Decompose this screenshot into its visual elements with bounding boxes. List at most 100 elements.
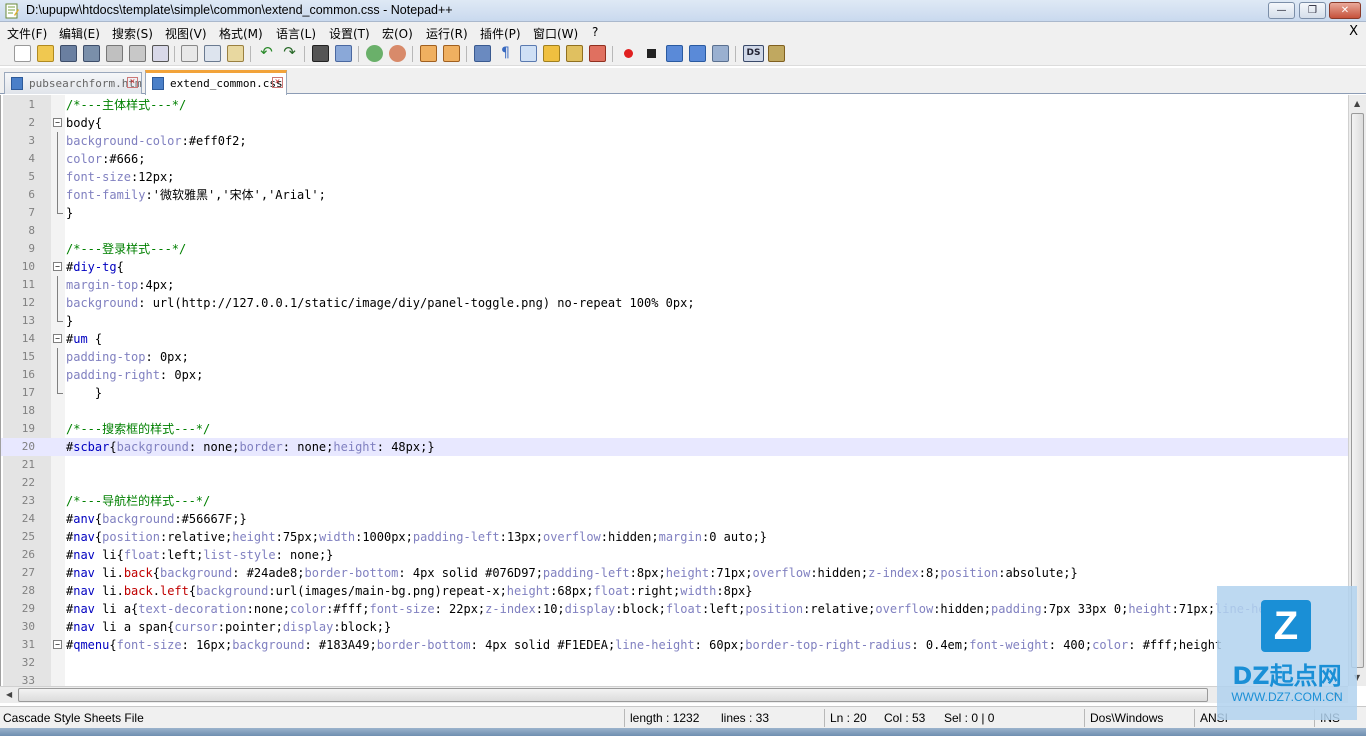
tab-close-icon[interactable]: × bbox=[272, 77, 283, 88]
code-line[interactable]: 33 bbox=[1, 672, 1351, 686]
code-line[interactable]: 2 − body{ bbox=[1, 114, 1351, 132]
copy-icon[interactable] bbox=[204, 45, 221, 62]
record-macro-icon[interactable] bbox=[620, 45, 637, 62]
code-line[interactable]: 21 bbox=[1, 456, 1351, 474]
print-icon[interactable] bbox=[152, 45, 169, 62]
horizontal-scroll-thumb[interactable] bbox=[18, 688, 1208, 702]
new-file-icon[interactable] bbox=[14, 45, 31, 62]
code-line[interactable]: 23 /*---导航栏的样式---*/ bbox=[1, 492, 1351, 510]
code-line[interactable]: 32 bbox=[1, 654, 1351, 672]
undo-icon[interactable]: ↶ bbox=[258, 45, 275, 62]
save-icon[interactable] bbox=[60, 45, 77, 62]
menu-settings[interactable]: 设置(T) bbox=[329, 25, 370, 42]
code-text: #diy-tg{ bbox=[66, 260, 124, 274]
menu-window[interactable]: 窗口(W) bbox=[533, 25, 578, 42]
find-icon[interactable] bbox=[312, 45, 329, 62]
zoom-in-icon[interactable] bbox=[366, 45, 383, 62]
menu-help[interactable]: ? bbox=[592, 25, 598, 39]
run-macro-multiple-icon[interactable] bbox=[689, 45, 706, 62]
code-line[interactable]: 13} bbox=[1, 312, 1351, 330]
code-line[interactable]: 26−#nav li{float:left;list-style: none;} bbox=[1, 546, 1351, 564]
toolbar-separator bbox=[304, 46, 305, 62]
code-line[interactable]: 6 font-family:'微软雅黑','宋体','Arial'; bbox=[1, 186, 1351, 204]
open-file-icon[interactable] bbox=[37, 45, 54, 62]
code-line[interactable]: 25−#nav{position:relative;height:75px;wi… bbox=[1, 528, 1351, 546]
code-line[interactable]: 17 } bbox=[1, 384, 1351, 402]
ds-plugin-icon[interactable]: DS bbox=[743, 45, 764, 62]
tab-extend-common[interactable]: extend_common.css × bbox=[145, 70, 287, 95]
fold-toggle-icon[interactable]: − bbox=[53, 334, 62, 343]
zoom-out-icon[interactable] bbox=[389, 45, 406, 62]
code-text: } bbox=[66, 386, 103, 400]
menu-file[interactable]: 文件(F) bbox=[7, 25, 47, 42]
vertical-scroll-thumb[interactable] bbox=[1351, 113, 1364, 668]
code-line[interactable]: 10 − #diy-tg{ bbox=[1, 258, 1351, 276]
code-line[interactable]: 11 margin-top:4px; bbox=[1, 276, 1351, 294]
code-line[interactable]: 27−#nav li.back{background: #24ade8;bord… bbox=[1, 564, 1351, 582]
code-text: #nav li.back{background: #24ade8;border-… bbox=[66, 566, 1078, 580]
close-file-icon[interactable] bbox=[106, 45, 123, 62]
code-line[interactable]: 1 /*---主体样式---*/ bbox=[1, 96, 1351, 114]
code-line[interactable]: 8 bbox=[1, 222, 1351, 240]
menu-format[interactable]: 格式(M) bbox=[219, 25, 263, 42]
code-line[interactable]: 5 font-size:12px; bbox=[1, 168, 1351, 186]
restore-button[interactable]: ❐ bbox=[1299, 2, 1326, 19]
code-line[interactable]: 4 color:#666; bbox=[1, 150, 1351, 168]
menu-run[interactable]: 运行(R) bbox=[426, 25, 468, 42]
document-map-icon[interactable] bbox=[566, 45, 583, 62]
plugin-icon[interactable] bbox=[768, 45, 785, 62]
code-editor[interactable]: 1/*---主体样式---*/2− body{3 background-color:… bbox=[0, 95, 1366, 686]
line-number: 1 bbox=[28, 98, 35, 111]
code-line[interactable]: 7} bbox=[1, 204, 1351, 222]
replace-icon[interactable] bbox=[335, 45, 352, 62]
menu-search[interactable]: 搜索(S) bbox=[112, 25, 153, 42]
code-line[interactable]: 19 /*---搜索框的样式---*/ bbox=[1, 420, 1351, 438]
code-line[interactable]: 30−#nav li a span{cursor:pointer;display… bbox=[1, 618, 1351, 636]
code-line[interactable]: 12 background: url(http://127.0.0.1/stati… bbox=[1, 294, 1351, 312]
indent-guide-icon[interactable] bbox=[520, 45, 537, 62]
word-wrap-icon[interactable] bbox=[474, 45, 491, 62]
stop-macro-icon[interactable] bbox=[643, 45, 660, 62]
show-all-chars-icon[interactable]: ¶ bbox=[497, 45, 514, 62]
scroll-left-icon[interactable]: ◀ bbox=[6, 690, 12, 699]
menu-language[interactable]: 语言(L) bbox=[276, 25, 316, 42]
menu-plugins[interactable]: 插件(P) bbox=[480, 25, 521, 42]
code-line[interactable]: 24−#anv{background:#56667F;} bbox=[1, 510, 1351, 528]
code-line[interactable]: 9 /*---登录样式---*/ bbox=[1, 240, 1351, 258]
code-line[interactable]: 22 bbox=[1, 474, 1351, 492]
fold-toggle-icon[interactable]: − bbox=[53, 262, 62, 271]
code-text: } bbox=[66, 206, 74, 220]
sync-horizontal-icon[interactable] bbox=[443, 45, 460, 62]
horizontal-scrollbar[interactable]: ◀ ▶ bbox=[0, 686, 1348, 703]
save-all-icon[interactable] bbox=[83, 45, 100, 62]
code-line[interactable]: 16 padding-right: 0px; bbox=[1, 366, 1351, 384]
fold-toggle-icon[interactable]: − bbox=[53, 640, 62, 649]
function-list-icon[interactable] bbox=[589, 45, 606, 62]
code-line[interactable]: 18 bbox=[1, 402, 1351, 420]
code-line[interactable]: 14 − #um { bbox=[1, 330, 1351, 348]
code-line[interactable]: 29−#nav li a{text-decoration:none;color:… bbox=[1, 600, 1351, 618]
sync-vertical-icon[interactable] bbox=[420, 45, 437, 62]
code-line[interactable]: 20 #scbar{background: none;border: none;h… bbox=[1, 438, 1351, 456]
save-macro-icon[interactable] bbox=[712, 45, 729, 62]
close-document-button[interactable]: X bbox=[1349, 24, 1358, 39]
redo-icon[interactable]: ↷ bbox=[281, 45, 298, 62]
menu-view[interactable]: 视图(V) bbox=[165, 25, 207, 42]
paste-icon[interactable] bbox=[227, 45, 244, 62]
code-line[interactable]: 15 padding-top: 0px; bbox=[1, 348, 1351, 366]
folder-as-workspace-icon[interactable] bbox=[543, 45, 560, 62]
code-line[interactable]: 31−−#qmenu{font-size: 16px;background: #… bbox=[1, 636, 1351, 654]
menu-macro[interactable]: 宏(O) bbox=[382, 25, 413, 42]
fold-toggle-icon[interactable]: − bbox=[53, 118, 62, 127]
cut-icon[interactable] bbox=[181, 45, 198, 62]
code-line[interactable]: 28−#nav li.back.left{background:url(imag… bbox=[1, 582, 1351, 600]
tab-close-icon[interactable]: × bbox=[127, 77, 138, 88]
close-all-icon[interactable] bbox=[129, 45, 146, 62]
minimize-button[interactable]: — bbox=[1268, 2, 1295, 19]
play-macro-icon[interactable] bbox=[666, 45, 683, 62]
code-line[interactable]: 3 background-color:#eff0f2; bbox=[1, 132, 1351, 150]
menu-edit[interactable]: 编辑(E) bbox=[59, 25, 100, 42]
tab-pubsearchform[interactable]: pubsearchform.htm × bbox=[4, 72, 142, 94]
close-button[interactable]: ✕ bbox=[1329, 2, 1361, 19]
scroll-up-icon[interactable]: ▲ bbox=[1354, 99, 1360, 108]
